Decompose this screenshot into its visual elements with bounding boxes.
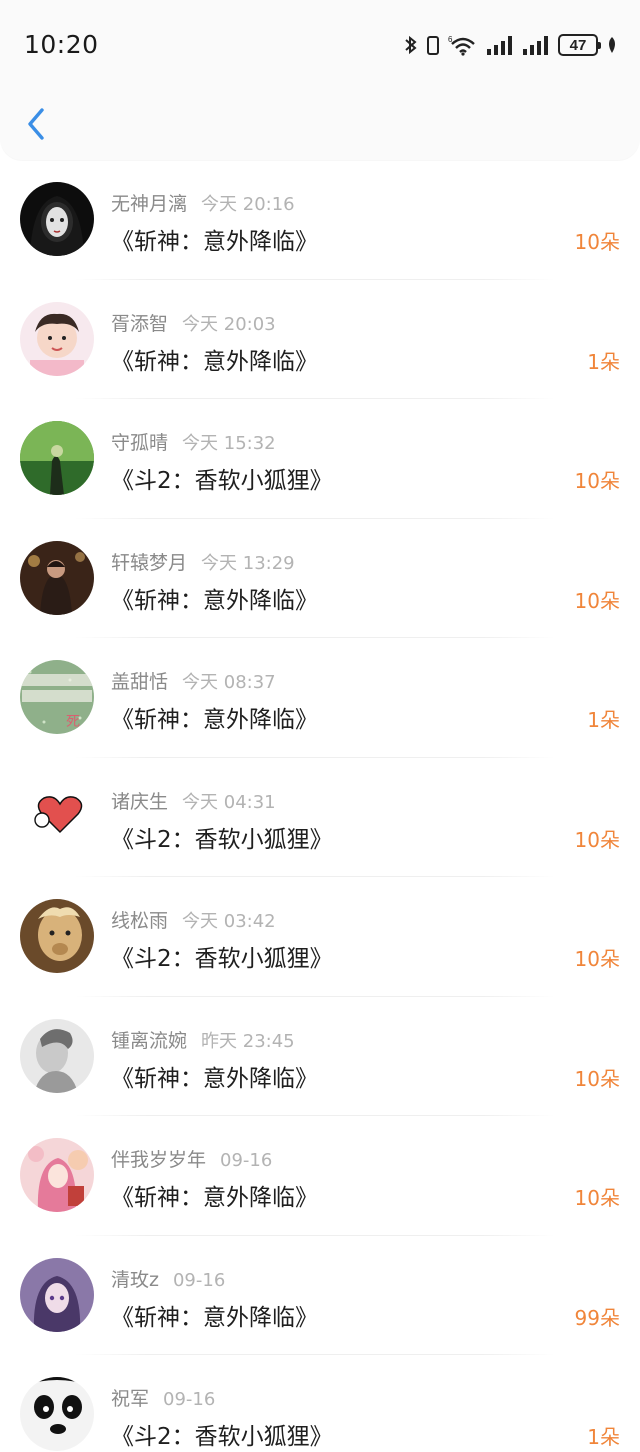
book-title: 《斩神：意外降临》 (111, 1304, 318, 1331)
list-item[interactable]: 诸庆生 今天 04:31 《斗2：香软小狐狸》 10朵 (0, 758, 640, 877)
signal-icon (522, 35, 550, 55)
user-name: 胥添智 (111, 312, 169, 335)
avatar-heart-sticker[interactable] (20, 779, 94, 854)
battery-icon: 47 (558, 34, 601, 56)
book-title: 《斗2：香软小狐狸》 (111, 1424, 333, 1450)
flower-count: 1朵 (587, 349, 620, 374)
list-item[interactable]: 无神月漓 今天 20:16 《斩神：意外降临》 10朵 (0, 160, 640, 280)
book-title: 《斩神：意外降临》 (111, 1065, 318, 1092)
timestamp: 今天 20:16 (201, 194, 295, 215)
flower-count: 10朵 (574, 1066, 620, 1091)
avatar-green-text[interactable]: 死 (20, 660, 94, 734)
svg-text:死: 死 (66, 714, 80, 730)
user-name: 诸庆生 (111, 790, 169, 813)
timestamp: 昨天 23:45 (201, 1030, 295, 1052)
user-name: 伴我岁岁年 (111, 1149, 207, 1171)
timestamp: 09-16 (163, 1389, 216, 1410)
timestamp: 今天 03:42 (182, 911, 276, 932)
avatar-grey-woman[interactable] (20, 1018, 94, 1093)
book-title: 《斩神：意外降临》 (111, 229, 318, 255)
status-icons: 6 47 (404, 34, 618, 56)
flower-count: 10朵 (574, 827, 620, 852)
book-title: 《斩神：意外降临》 (111, 587, 318, 614)
list-item[interactable]: 祝军 09-16 《斗2：香软小狐狸》 1朵 (0, 1355, 640, 1452)
list-item[interactable]: 胥添智 今天 20:03 《斩神：意外降临》 1朵 (0, 280, 640, 399)
timestamp: 今天 08:37 (182, 672, 276, 693)
flower-count: 10朵 (574, 469, 620, 493)
bluetooth-icon (404, 34, 418, 56)
timestamp: 今天 20:03 (182, 313, 276, 335)
user-name: 锺离流婉 (111, 1029, 188, 1052)
battery-level: 47 (569, 36, 587, 54)
back-button[interactable] (18, 104, 54, 144)
book-title: 《斩神：意外降临》 (111, 1185, 318, 1211)
book-title: 《斗2：香软小狐狸》 (111, 468, 333, 494)
user-name: 清玫z (111, 1268, 159, 1291)
flower-count: 10朵 (574, 947, 620, 971)
list-item[interactable]: 线松雨 今天 03:42 《斗2：香软小狐狸》 10朵 (0, 877, 640, 997)
avatar-panda[interactable] (20, 1377, 94, 1451)
user-name: 祝军 (111, 1388, 150, 1410)
user-name: 盖甜恬 (111, 671, 169, 693)
flower-count: 99朵 (574, 1305, 620, 1330)
list-item[interactable]: 守孤晴 今天 15:32 《斗2：香软小狐狸》 10朵 (0, 399, 640, 519)
flower-count: 10朵 (574, 1186, 620, 1210)
timestamp: 今天 15:32 (182, 433, 276, 454)
leaf-icon (606, 35, 618, 55)
book-title: 《斗2：香软小狐狸》 (111, 826, 333, 853)
vibrate-icon (426, 34, 440, 56)
list-item[interactable]: 伴我岁岁年 09-16 《斩神：意外降临》 10朵 (0, 1116, 640, 1236)
timestamp: 今天 04:31 (182, 791, 276, 813)
user-name: 守孤晴 (111, 432, 169, 454)
gift-records-page: 10:20 6 47 无神月漓 今天 20:16 《斩神：意外降临》 10朵 胥… (0, 0, 640, 1452)
avatar-green-field[interactable] (20, 421, 94, 495)
status-time: 10:20 (24, 30, 99, 59)
flower-count: 10朵 (574, 230, 620, 254)
book-title: 《斩神：意外降临》 (111, 707, 318, 733)
list-item[interactable]: 轩辕梦月 今天 13:29 《斩神：意外降临》 10朵 (0, 519, 640, 638)
list-item[interactable]: 锺离流婉 昨天 23:45 《斩神：意外降临》 10朵 (0, 997, 640, 1116)
signal-icon (486, 35, 514, 55)
avatar-purple-anime[interactable] (20, 1257, 94, 1332)
avatar-alpaca[interactable] (20, 899, 94, 973)
flower-count: 10朵 (574, 588, 620, 613)
chevron-left-icon (28, 108, 44, 140)
avatar-baby-girl[interactable] (20, 301, 94, 376)
user-name: 轩辕梦月 (111, 551, 188, 574)
user-name: 线松雨 (111, 910, 169, 932)
timestamp: 09-16 (220, 1150, 273, 1171)
top-bar: 10:20 6 47 (0, 0, 640, 160)
book-title: 《斗2：香软小狐狸》 (111, 946, 333, 972)
timestamp: 09-16 (172, 1269, 226, 1291)
list-item[interactable]: 清玫z 09-16 《斩神：意外降临》 99朵 (0, 1236, 640, 1355)
wifi-6-icon: 6 (448, 34, 478, 56)
timestamp: 今天 13:29 (201, 552, 295, 574)
avatar-dark-gothic-girl[interactable] (20, 182, 94, 256)
flower-count: 1朵 (587, 708, 620, 732)
list-item[interactable]: 死 盖甜恬 今天 08:37 《斩神：意外降临》 1朵 (0, 638, 640, 758)
book-title: 《斩神：意外降临》 (111, 348, 318, 375)
gift-record-list: 无神月漓 今天 20:16 《斩神：意外降临》 10朵 胥添智 今天 20:03 《… (0, 160, 640, 1452)
user-name: 无神月漓 (111, 193, 188, 215)
avatar-night-couple[interactable] (20, 540, 94, 615)
flower-count: 1朵 (587, 1425, 620, 1449)
avatar-pink-anime[interactable] (20, 1138, 94, 1212)
